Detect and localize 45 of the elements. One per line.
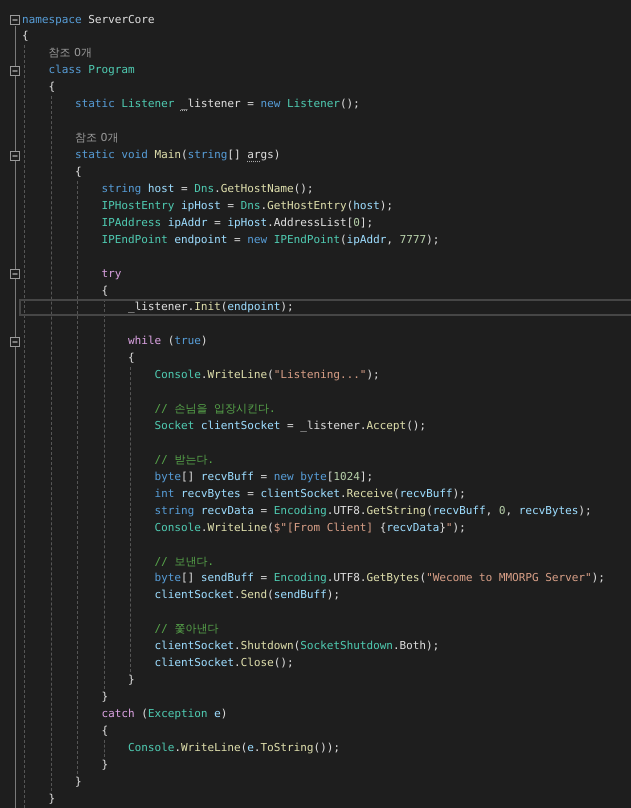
code-line: IPEndPoint endpoint = new IPEndPoint(ipAddr, 7777); — [102, 232, 440, 246]
code-line: Console.WriteLine(e.ToString()); — [128, 740, 340, 754]
reference-count[interactable]: 참조 0개 — [48, 46, 92, 60]
code-line: { — [102, 284, 108, 296]
code-line: namespace ServerCore — [22, 12, 154, 26]
code-line: try — [102, 266, 122, 280]
code-line: IPHostEntry ipHost = Dns.GetHostEntry(host); — [102, 198, 393, 212]
reference-count[interactable]: 참조 0개 — [75, 131, 118, 144]
code-line: { — [75, 164, 82, 178]
code-line: Console.WriteLine($"[From Client] {recvData}"); — [154, 520, 466, 534]
code-line: { — [128, 351, 135, 364]
code-line: byte[] sendBuff = Encoding.UTF8.GetBytes("Wecome to MMORPG Server"); — [154, 571, 605, 584]
collapse-icon[interactable] — [10, 269, 20, 280]
code-line: Console.WriteLine("Listening..."); — [154, 368, 380, 382]
code-line: int recvBytes = clientSocket.Receive(recvBuff); — [154, 486, 466, 500]
code-line: { — [102, 724, 108, 737]
code-line: // 받는다. — [154, 452, 214, 466]
code-line: } — [102, 690, 108, 703]
code-line: } — [75, 774, 82, 788]
code-line: Socket clientSocket = _listener.Accept(); — [154, 419, 426, 432]
code-line: class Program — [48, 63, 135, 76]
code-line: // 보낸다. — [154, 554, 214, 568]
code-line: string recvData = Encoding.UTF8.GetString(recvBuff, 0, recvBytes); — [154, 504, 592, 517]
collapse-icon[interactable] — [10, 15, 20, 25]
code-line: clientSocket.Shutdown(SocketShutdown.Both); — [154, 639, 440, 652]
code-line: static Listener _listener = new Listener(); — [75, 97, 360, 110]
collapse-icon[interactable] — [10, 336, 20, 347]
code-line: _listener.Init(endpoint); — [128, 300, 294, 314]
code-line: clientSocket.Send(sendBuff); — [154, 588, 340, 602]
code-line: { — [48, 80, 56, 94]
code-line: // 쫓아낸다 — [154, 622, 218, 636]
collapse-icon[interactable] — [10, 66, 20, 76]
code-line: string host = Dns.GetHostName(); — [102, 182, 314, 195]
code-line: byte[] recvBuff = new byte[1024]; — [154, 470, 374, 483]
code-line: clientSocket.Close(); — [154, 656, 294, 670]
code-line: // 손님을 입장시킨다. — [154, 402, 276, 416]
code-line: IPAddress ipAddr = ipHost.AddressList[0]; — [102, 216, 374, 229]
code-line: { — [22, 29, 29, 42]
collapse-icon[interactable] — [10, 150, 20, 160]
code-line: while (true) — [128, 334, 208, 348]
code-line: } — [128, 673, 135, 686]
code-line: } — [102, 758, 108, 771]
code-line: catch (Exception e) — [102, 706, 228, 720]
code-line: } — [48, 792, 56, 805]
code-line: static void Main(string[] args) — [75, 148, 280, 161]
